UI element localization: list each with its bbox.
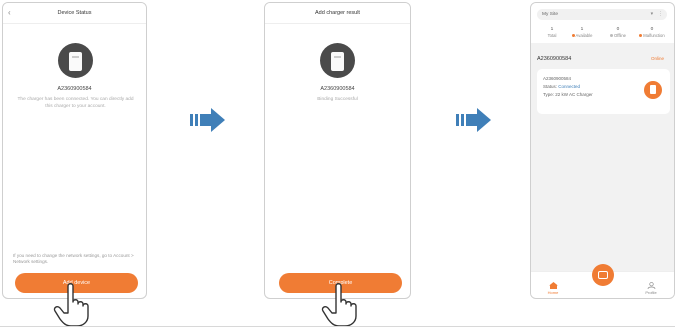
stat-available[interactable]: 1 Available: [565, 27, 599, 39]
charger-serial: A2360900584: [57, 86, 92, 92]
charger-card[interactable]: A2360900584 Status: Connected Type: 22 k…: [537, 69, 670, 114]
status-dot-icon: [609, 34, 613, 38]
stat-label: Malfunction: [643, 33, 665, 38]
charger-icon: [69, 52, 82, 71]
tap-hand-icon: [53, 283, 89, 327]
back-icon[interactable]: ‹: [8, 3, 11, 23]
home-screen: My Site ▾ ⋮ 1 Total 1 Available 0 Offlin…: [530, 2, 675, 299]
page-title: Add charger result: [315, 10, 360, 16]
more-icon[interactable]: ⋮: [658, 9, 663, 20]
stat-label: Available: [575, 33, 593, 38]
charger-avatar: [320, 43, 355, 78]
card-status: Status: Connected: [543, 84, 580, 89]
charger-stats: 1 Total 1 Available 0 Offline 0 Malfunct…: [535, 27, 672, 41]
charger-badge-icon: [644, 81, 662, 99]
card-serial: A2360900584: [543, 76, 572, 81]
card-type: Type: 22 kW AC Charger: [543, 92, 593, 97]
binding-status: Binding Successful: [317, 97, 358, 102]
status-dot-icon: [639, 34, 643, 38]
card-status-prefix: Status:: [543, 84, 558, 89]
title-bar: Add charger result: [265, 3, 410, 24]
page-title: Device Status: [57, 10, 92, 16]
stat-malfunction[interactable]: 0 Malfunction: [635, 27, 669, 39]
home-icon: [548, 282, 558, 289]
card-status-value: Connected: [558, 84, 581, 89]
tap-hand-icon: [321, 283, 357, 327]
connection-description: The charger has been connected. You can …: [17, 97, 134, 109]
site-row[interactable]: A2360900584 Online: [537, 56, 668, 62]
home-header: My Site ▾ ⋮ 1 Total 1 Available 0 Offlin…: [531, 3, 674, 43]
add-charger-result-screen: Add charger result A2360900584 Binding S…: [264, 2, 411, 299]
title-bar: ‹ Device Status: [3, 3, 146, 24]
bottom-divider: [0, 326, 675, 327]
stat-label: Offline: [613, 33, 627, 38]
tab-profile[interactable]: Profile: [641, 282, 661, 295]
charge-fab-button[interactable]: [592, 264, 614, 286]
device-status-screen: ‹ Device Status A2360900584 The charger …: [2, 2, 147, 299]
charger-icon: [331, 52, 344, 71]
profile-icon: [647, 282, 655, 289]
next-step-arrow-icon: [456, 108, 491, 132]
site-selector-label: My Site: [542, 12, 558, 17]
charger-serial: A2360900584: [320, 86, 355, 92]
stat-total[interactable]: 1 Total: [535, 27, 569, 39]
charger-avatar: [58, 43, 93, 78]
tab-home-label: Home: [547, 290, 559, 295]
network-settings-note: If you need to change the network settin…: [13, 253, 134, 264]
tab-home[interactable]: Home: [543, 282, 563, 295]
next-step-arrow-icon: [190, 108, 225, 132]
site-status: Online: [650, 56, 664, 61]
stat-offline[interactable]: 0 Offline: [601, 27, 635, 39]
chevron-down-icon: ▾: [650, 12, 653, 17]
stat-label: Total: [547, 33, 557, 38]
tab-profile-label: Profile: [645, 290, 657, 295]
site-id: A2360900584: [537, 56, 572, 62]
site-selector[interactable]: My Site ▾ ⋮: [537, 9, 667, 20]
status-dot-icon: [571, 34, 575, 38]
